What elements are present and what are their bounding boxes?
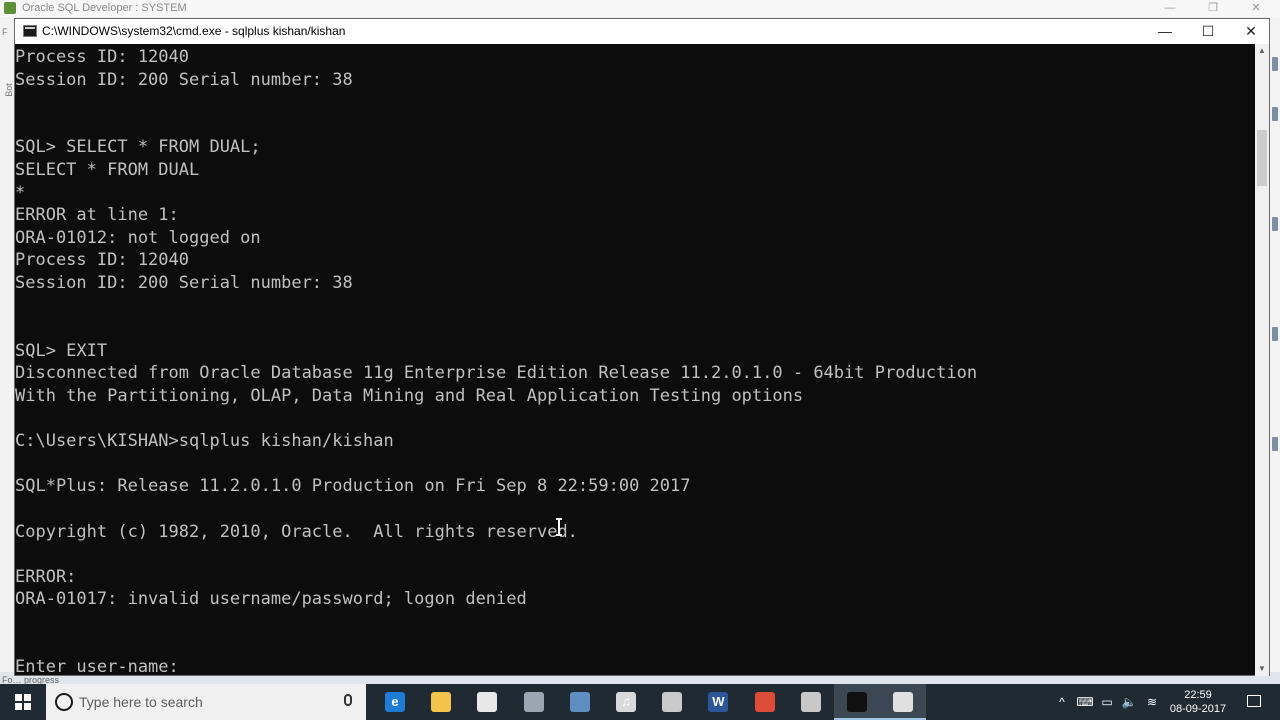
network-icon[interactable]: ▭: [1098, 684, 1116, 720]
taskbar-app-app-7[interactable]: [649, 684, 695, 720]
sql-developer-title: Oracle SQL Developer : SYSTEM: [22, 2, 187, 14]
bg-minimize-button[interactable]: —: [1150, 0, 1190, 17]
windows-logo-icon: [15, 694, 31, 710]
taskbar-app-store[interactable]: [464, 684, 510, 720]
console-line: Process ID: 12040: [15, 47, 189, 67]
app-4-glyph: [524, 692, 544, 712]
edge-glyph: e: [391, 694, 399, 709]
notepad-glyph: [893, 692, 913, 712]
console-line: SQL> EXIT: [15, 340, 108, 361]
taskbar-app-file-explorer[interactable]: [418, 684, 464, 720]
search-placeholder: Type here to search: [79, 694, 203, 710]
bg-left-panel: F Bot: [0, 17, 14, 672]
itunes-glyph: ♫: [621, 694, 631, 709]
taskbar-app-itunes[interactable]: ♫: [603, 684, 649, 720]
keyboard-icon[interactable]: ⌨: [1076, 684, 1094, 720]
action-center-icon[interactable]: [1240, 684, 1268, 720]
console-line: Session ID: 200 Serial number: 38: [15, 273, 353, 293]
taskbar-app-app-4[interactable]: [511, 684, 557, 720]
scroll-down-icon[interactable]: ▼: [1255, 662, 1269, 676]
cmd-glyph: [847, 692, 867, 712]
console-line: SQL> SELECT * FROM DUAL;: [15, 137, 261, 158]
taskbar-app-word[interactable]: W: [695, 684, 741, 720]
cmd-titlebar[interactable]: C:\WINDOWS\system32\cmd.exe - sqlplus ki…: [15, 19, 1269, 44]
console-line: SELECT * FROM DUAL: [15, 160, 200, 180]
cmd-icon[interactable]: [23, 25, 37, 37]
chrome-glyph: [755, 692, 775, 712]
file-explorer-glyph: [431, 692, 451, 712]
word-glyph: W: [712, 694, 725, 709]
taskbar-app-cmd[interactable]: [834, 684, 880, 720]
app-7-glyph: [662, 692, 682, 712]
console-line: With the Partitioning, OLAP, Data Mining…: [15, 386, 804, 406]
taskbar-app-sql-developer[interactable]: [788, 684, 834, 720]
bg-right-panel: [1270, 17, 1280, 672]
system-clock[interactable]: 22:59 08-09-2017: [1163, 686, 1233, 718]
console-line: Enter user-name:: [15, 657, 179, 676]
cmd-title: C:\WINDOWS\system32\cmd.exe - sqlplus ki…: [42, 24, 346, 38]
vertical-scrollbar[interactable]: ▲ ▼: [1255, 44, 1269, 676]
minimize-button[interactable]: —: [1143, 19, 1187, 44]
console-line: *: [15, 182, 26, 203]
app-5-glyph: [570, 692, 590, 712]
taskbar: Type here to search e ♫ W ^ ⌨ ▭ 🔈 ≋ 22:59 …: [0, 684, 1280, 720]
console-line: SQL*Plus: Release 11.2.0.1.0 Production …: [15, 476, 691, 497]
console-line: Copyright (c) 1982, 2010, Oracle. All ri…: [15, 521, 578, 542]
scroll-up-icon[interactable]: ▲: [1255, 44, 1269, 58]
taskbar-app-app-5[interactable]: [557, 684, 603, 720]
console-line: C:\Users\KISHAN>sqlplus kishan/kishan: [15, 431, 394, 452]
console-line: Disconnected from Oracle Database 11g En…: [15, 363, 978, 384]
bg-left-label-2: Bot: [3, 83, 14, 97]
clock-time: 22:59: [1184, 689, 1212, 701]
bg-restore-button[interactable]: ❐: [1193, 0, 1233, 17]
text-cursor-icon: [556, 518, 562, 536]
sql-developer-icon: [4, 2, 16, 14]
scroll-thumb[interactable]: [1257, 130, 1267, 186]
console-output[interactable]: Process ID: 12040 Session ID: 200 Serial …: [15, 44, 1255, 676]
bg-left-label-1: F: [2, 27, 8, 37]
console-line: ORA-01012: not logged on: [15, 227, 261, 248]
taskbar-app-notepad[interactable]: [880, 684, 927, 720]
store-glyph: [477, 692, 497, 712]
cortana-icon: [55, 693, 73, 711]
bg-close-button[interactable]: ✕: [1236, 0, 1276, 17]
wifi-icon[interactable]: ≋: [1143, 684, 1161, 720]
console-line: Session ID: 200 Serial number: 38: [15, 69, 353, 90]
taskbar-app-chrome[interactable]: [742, 684, 788, 720]
start-button[interactable]: [0, 684, 46, 720]
close-button[interactable]: ✕: [1229, 19, 1273, 44]
console-line: Process ID: 12040: [15, 250, 189, 271]
console-line: ERROR:: [15, 566, 77, 587]
console-line: ERROR at line 1:: [15, 205, 179, 226]
taskbar-app-edge[interactable]: e: [372, 684, 418, 720]
clock-date: 08-09-2017: [1169, 703, 1227, 715]
maximize-button[interactable]: ☐: [1186, 19, 1230, 44]
sql-developer-titlebar: Oracle SQL Developer : SYSTEM — ❐ ✕: [0, 0, 1280, 17]
search-box[interactable]: Type here to search: [46, 684, 366, 720]
microphone-icon[interactable]: [344, 694, 352, 706]
console-line: ORA-01017: invalid username/password; lo…: [15, 589, 527, 610]
sql-developer-glyph: [801, 692, 821, 712]
volume-icon[interactable]: 🔈: [1120, 684, 1138, 720]
show-hidden-icons-icon[interactable]: ^: [1054, 684, 1070, 720]
cmd-window[interactable]: C:\WINDOWS\system32\cmd.exe - sqlplus ki…: [14, 18, 1270, 676]
